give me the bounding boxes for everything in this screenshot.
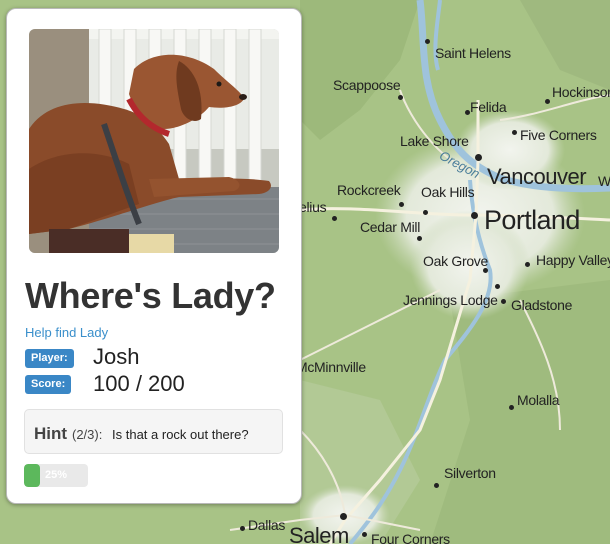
city-dot-elius [332, 216, 337, 221]
progress-bar: 25% [24, 464, 88, 487]
hint-label: Hint [34, 424, 68, 443]
hint-box: Hint (2/3): Is that a rock out there? [24, 409, 283, 454]
progress-label: 25% [44, 469, 68, 481]
map-label-happy-valley: Happy Valley [536, 252, 610, 268]
map-label-scappoose: Scappoose [333, 77, 401, 93]
city-dot-four-corners [362, 532, 367, 537]
map-label-vancouver: Vancouver [487, 164, 587, 189]
map-label-silverton: Silverton [444, 465, 496, 481]
score-badge: Score: [25, 375, 72, 394]
game-panel: Where's Lady? Help find Lady Player: Jos… [6, 8, 302, 504]
map-label-portland: Portland [484, 205, 580, 235]
hint-count: (2/3): [72, 427, 103, 442]
map-label-oak-hills: Oak Hills [421, 184, 475, 200]
map-label-cedar-mill: Cedar Mill [360, 219, 421, 235]
map-label-oak-grove: Oak Grove [423, 253, 488, 269]
map-label-jennings-lodge: Jennings Lodge [403, 292, 498, 308]
help-find-lady-link[interactable]: Help find Lady [25, 325, 108, 340]
map-label-gladstone: Gladstone [511, 297, 573, 313]
city-dot-molalla [509, 405, 514, 410]
map-label-dallas: Dallas [248, 517, 286, 533]
map-label-elius: elius [299, 199, 327, 215]
city-dot-jennings-lodge [495, 284, 500, 289]
city-dot-rockcreek [399, 202, 404, 207]
player-badge: Player: [25, 349, 74, 368]
map-label-molalla: Molalla [517, 392, 560, 408]
map-label-mcminnville: McMinnville [296, 359, 366, 375]
map-label-saint-helens: Saint Helens [435, 45, 511, 61]
city-dot-dallas [240, 526, 245, 531]
city-dot-cedar-mill [417, 236, 422, 241]
map-label-hockinson: Hockinson [552, 84, 610, 100]
city-dot-happy-valley [525, 262, 530, 267]
city-dot-silverton [434, 483, 439, 488]
city-dot-salem [340, 513, 347, 520]
map-label-rockcreek: Rockcreek [337, 182, 401, 198]
player-name: Josh [93, 344, 140, 369]
map-label-felida: Felida [470, 99, 507, 115]
map-label-w-edge: W [598, 173, 610, 189]
page-title: Where's Lady? [25, 275, 276, 316]
city-dot-scappoose [398, 95, 403, 100]
city-dot-gladstone [501, 299, 506, 304]
dog-photo-image [29, 29, 279, 253]
city-dot-vancouver [475, 154, 482, 161]
city-dot-oak-hills [423, 210, 428, 215]
city-dot-saint-helens [425, 39, 430, 44]
hint-text: Is that a rock out there? [112, 427, 249, 442]
city-dot-hockinson [545, 99, 550, 104]
score-value: 100 / 200 [93, 371, 185, 396]
map-label-lake-shore: Lake Shore [400, 133, 469, 149]
city-dot-portland [471, 212, 478, 219]
map-label-five-corners: Five Corners [520, 127, 597, 143]
city-dot-five-corners [512, 130, 517, 135]
lady-dog-photo [29, 29, 279, 253]
